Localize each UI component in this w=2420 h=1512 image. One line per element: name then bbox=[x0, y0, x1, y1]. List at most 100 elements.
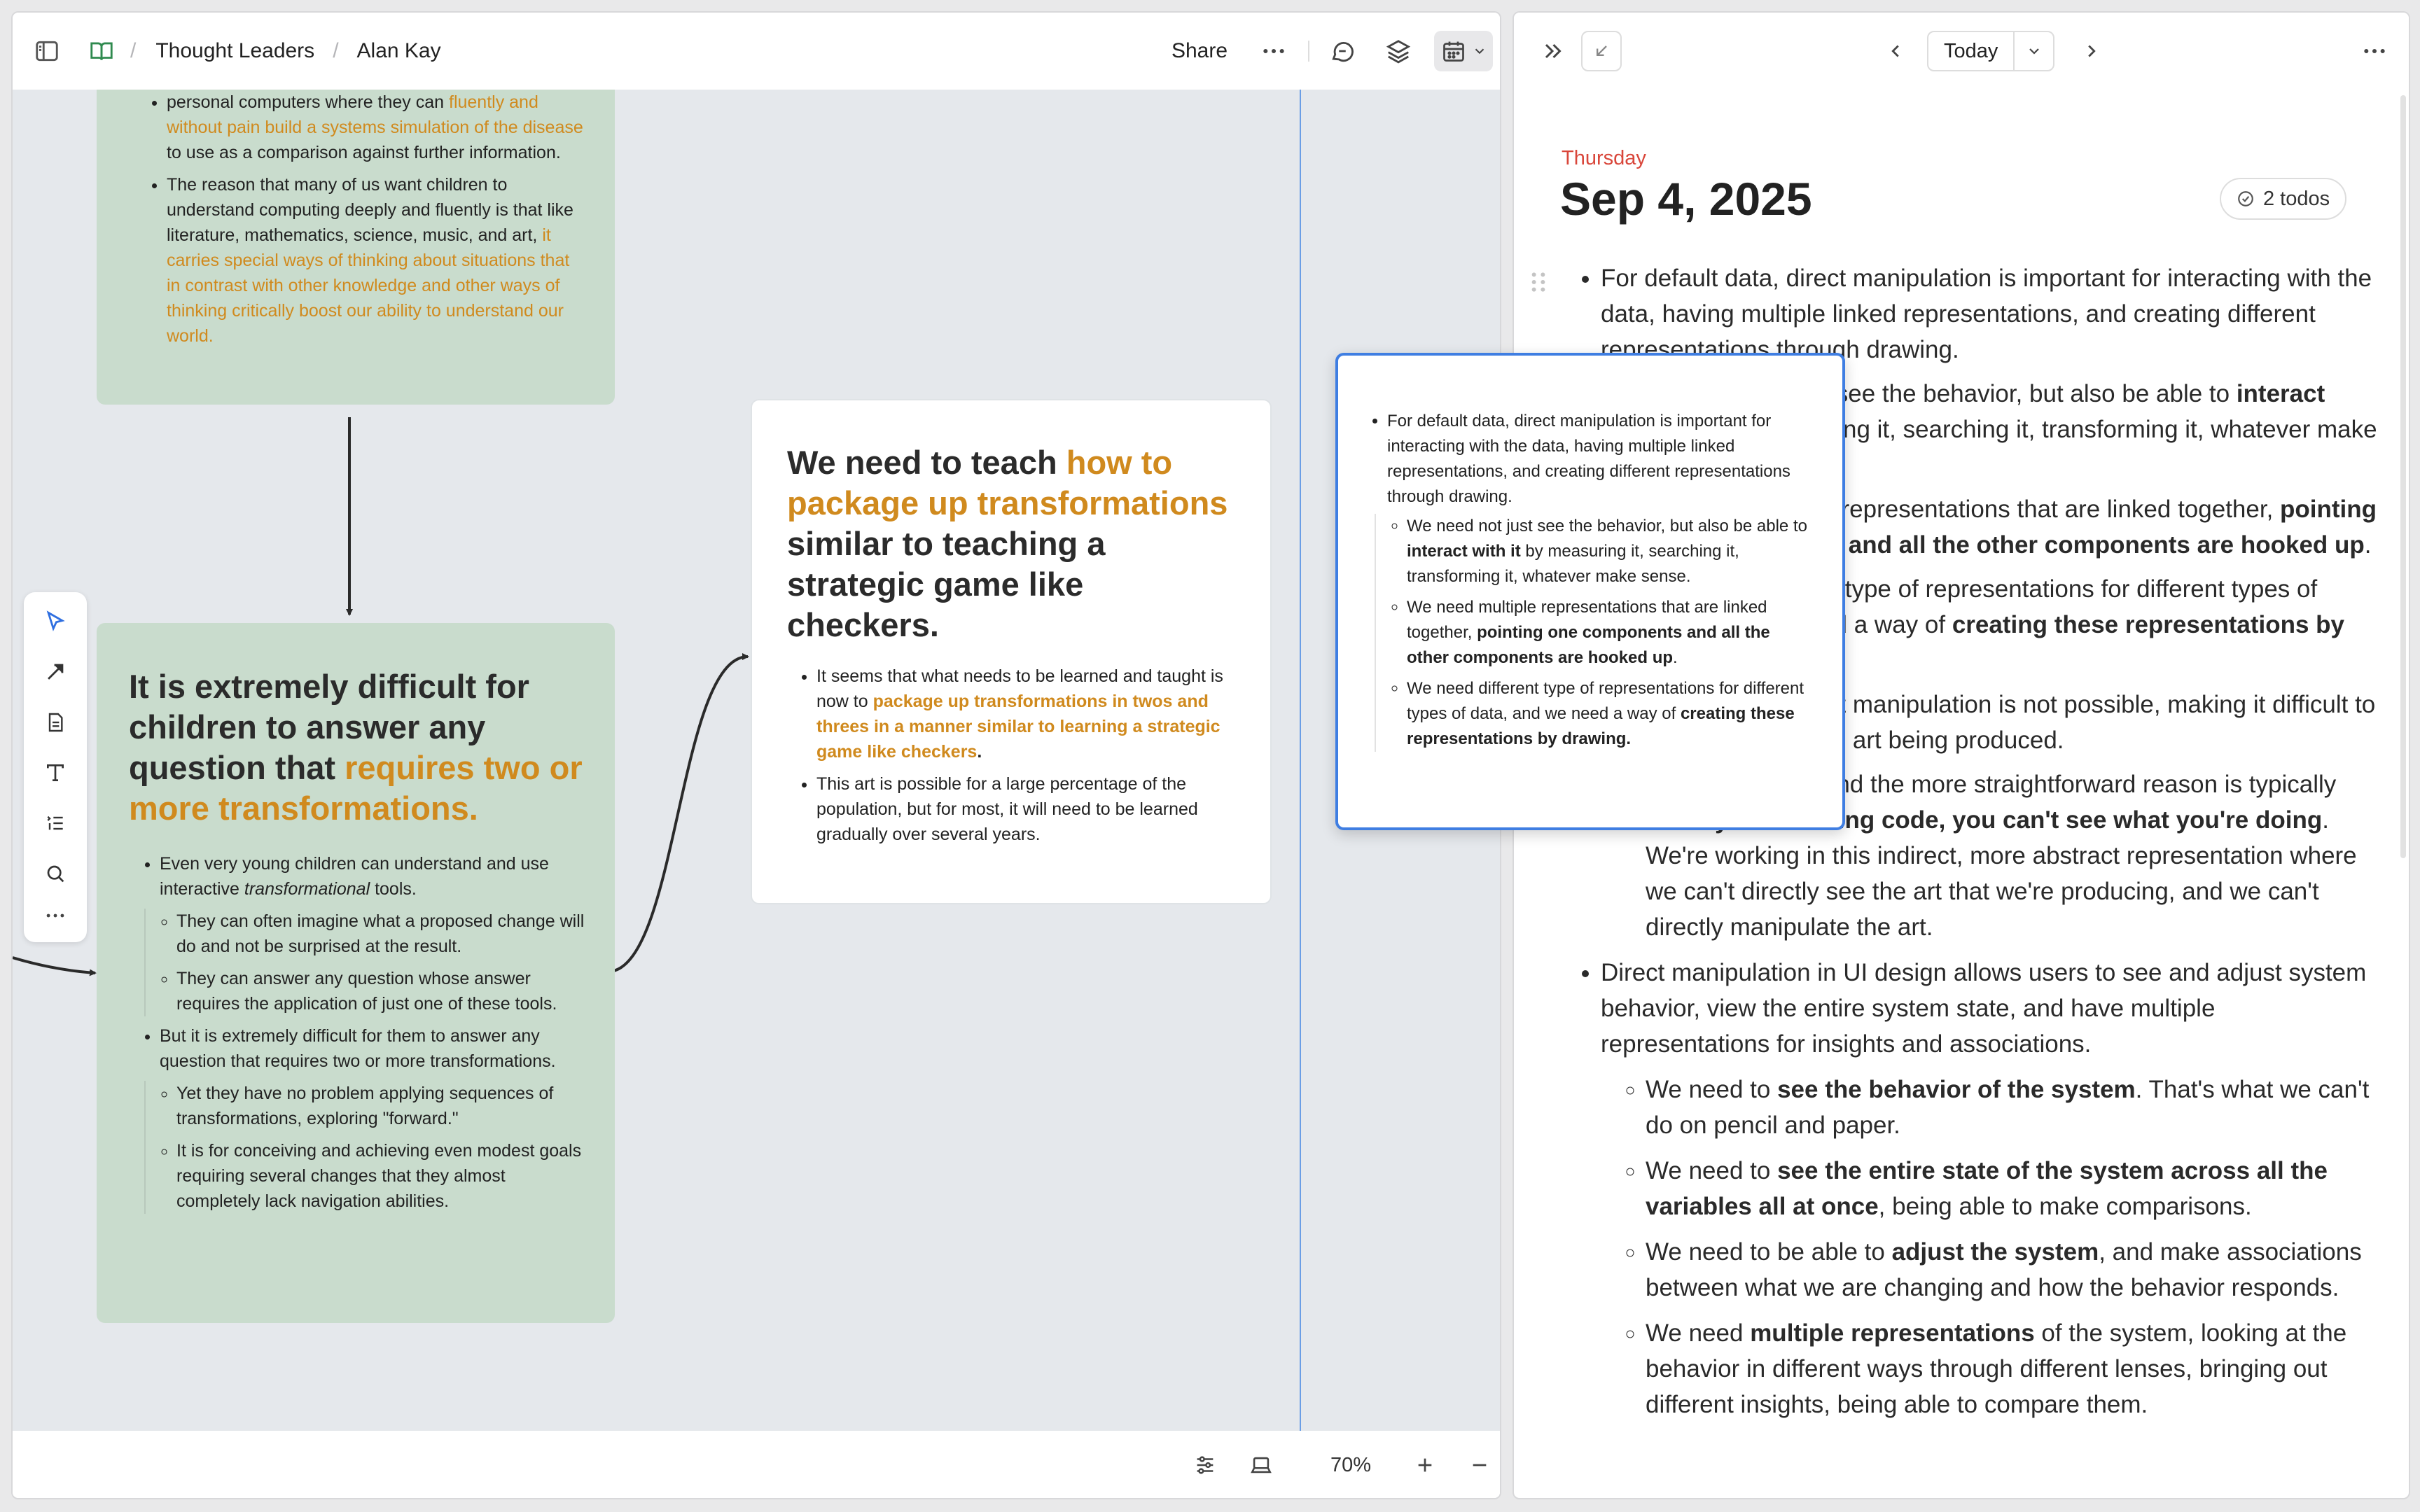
chevron-down-icon bbox=[2029, 48, 2039, 55]
text: We need to teach bbox=[787, 444, 1066, 481]
journal-sub-bullet[interactable]: We need to see the behavior of the syste… bbox=[1646, 1072, 2378, 1143]
text: similar to teaching a strategic game lik… bbox=[787, 525, 1106, 643]
sidebar-toggle-icon bbox=[36, 41, 58, 62]
share-button[interactable]: Share bbox=[1161, 31, 1238, 71]
book-button[interactable] bbox=[81, 31, 122, 71]
highlighted-text: But it is extremely difficult for them t… bbox=[160, 1026, 556, 1071]
connector-incoming[interactable] bbox=[13, 956, 97, 976]
chat-icon bbox=[1332, 41, 1354, 62]
list-icon bbox=[47, 816, 63, 830]
chevron-right-icon bbox=[2088, 45, 2096, 57]
bold-text: adjust the system bbox=[1891, 1238, 2099, 1266]
canvas-footer: 70% bbox=[13, 1431, 1500, 1498]
more-icon bbox=[1263, 49, 1284, 53]
breadcrumb-parent[interactable]: Thought Leaders bbox=[155, 39, 314, 63]
card-top-item: personal computers where they can fluent… bbox=[167, 90, 587, 165]
preview-bullet: For default data, direct manipulation is… bbox=[1375, 409, 1814, 752]
bold-text: multiple representations bbox=[1750, 1320, 2035, 1347]
breadcrumb-separator: / bbox=[130, 39, 137, 62]
laptop-icon bbox=[1251, 1457, 1272, 1474]
card-item: This art is possible for a large percent… bbox=[816, 771, 1242, 847]
more-tools[interactable] bbox=[34, 895, 76, 937]
more-icon bbox=[46, 913, 64, 918]
date-picker-button[interactable] bbox=[2015, 43, 2053, 59]
breadcrumb-separator: / bbox=[333, 39, 339, 62]
collapse-corner-icon bbox=[1597, 46, 1607, 56]
journal-more-button[interactable] bbox=[2354, 31, 2395, 71]
todos-count: 2 todos bbox=[2263, 187, 2330, 210]
text: tools. bbox=[370, 879, 417, 899]
emphasis-text: transformational bbox=[244, 879, 370, 899]
text: We need to be able to bbox=[1646, 1238, 1892, 1266]
highlighted-text: package up transformations in twos and t… bbox=[816, 692, 1221, 762]
journal-sub-bullet[interactable]: We need multiple representations of the … bbox=[1646, 1315, 2378, 1422]
zoom-level[interactable]: 70% bbox=[1312, 1445, 1389, 1485]
text: Direct manipulation in UI design allows … bbox=[1601, 959, 2367, 1058]
today-button[interactable]: Today bbox=[1928, 40, 2013, 63]
list-tool[interactable] bbox=[34, 802, 76, 844]
whiteboard-canvas[interactable]: personal computers where they can fluent… bbox=[13, 90, 1500, 1431]
minus-icon bbox=[1473, 1464, 1487, 1466]
card-title: We need to teach how to package up trans… bbox=[787, 442, 1242, 645]
more-button[interactable] bbox=[1253, 31, 1294, 71]
zoom-out-button[interactable] bbox=[1459, 1445, 1500, 1485]
card-subitem: It is for conceiving and achieving even … bbox=[176, 1138, 587, 1214]
scrollbar[interactable] bbox=[2400, 95, 2406, 858]
connector-curve[interactable] bbox=[607, 653, 749, 973]
journal-bullet[interactable]: Direct manipulation in UI design allows … bbox=[1601, 955, 2378, 1422]
zoom-in-button[interactable] bbox=[1405, 1445, 1445, 1485]
preview-sub-bullet: We need different type of representation… bbox=[1407, 676, 1814, 752]
card-top[interactable]: personal computers where they can fluent… bbox=[97, 90, 615, 405]
plus-icon bbox=[1418, 1458, 1432, 1472]
calendar-icon bbox=[1443, 41, 1464, 62]
breadcrumb-current[interactable]: Alan Kay bbox=[357, 39, 441, 63]
text: to use as a comparison against further i… bbox=[167, 143, 561, 162]
todos-badge[interactable]: 2 todos bbox=[2220, 178, 2347, 220]
card-item: But it is extremely difficult for them t… bbox=[144, 1023, 587, 1214]
sidebar-toggle-button[interactable] bbox=[27, 31, 67, 71]
journal-sub-bullet[interactable]: We need to see the entire state of the s… bbox=[1646, 1153, 2378, 1224]
collapse-button[interactable] bbox=[1581, 31, 1622, 71]
pointer-icon bbox=[46, 610, 65, 631]
card-transformations[interactable]: It is extremely difficult for children t… bbox=[97, 623, 615, 1323]
text-icon bbox=[47, 764, 64, 781]
next-day-button[interactable] bbox=[2071, 31, 2112, 71]
calendar-button[interactable] bbox=[1434, 31, 1493, 71]
sliders-icon bbox=[1197, 1456, 1214, 1474]
text: . bbox=[977, 742, 982, 762]
tool-palette bbox=[24, 592, 87, 942]
drag-preview-card[interactable]: For default data, direct manipulation is… bbox=[1335, 353, 1845, 830]
card-subitem: They can answer any question whose answe… bbox=[176, 966, 587, 1016]
pointer-tool[interactable] bbox=[34, 601, 76, 643]
search-tool[interactable] bbox=[34, 853, 76, 895]
bold-text: see the behavior of the system bbox=[1777, 1076, 2136, 1103]
drag-handle[interactable] bbox=[1529, 270, 1548, 298]
text: For default data, direct manipulation is… bbox=[1387, 412, 1790, 506]
page-tool[interactable] bbox=[34, 701, 76, 743]
close-panel-button[interactable] bbox=[1532, 31, 1573, 71]
journal-date: Sep 4, 2025 bbox=[1560, 173, 1812, 225]
today-control: Today bbox=[1927, 31, 2054, 71]
arrow-tool[interactable] bbox=[34, 651, 76, 693]
journal-sub-bullet[interactable]: We need to be able to adjust the system,… bbox=[1646, 1234, 2378, 1306]
text: We need bbox=[1646, 1320, 1751, 1347]
present-button[interactable] bbox=[1241, 1445, 1281, 1485]
text: The reason that many of us want children… bbox=[167, 175, 573, 245]
text: . bbox=[2364, 531, 2372, 559]
card-teach[interactable]: We need to teach how to package up trans… bbox=[751, 399, 1272, 904]
more-icon bbox=[2364, 49, 2385, 53]
text-tool[interactable] bbox=[34, 752, 76, 794]
divider bbox=[1308, 41, 1309, 62]
text: personal computers where they can bbox=[167, 92, 449, 112]
text: , being able to make comparisons. bbox=[1878, 1193, 2252, 1220]
card-top-item: The reason that many of us want children… bbox=[167, 172, 587, 349]
canvas-panel: / Thought Leaders / Alan Kay Share • per… bbox=[11, 11, 1501, 1499]
journal-header: Today bbox=[1514, 13, 2409, 90]
layers-button[interactable] bbox=[1378, 31, 1419, 71]
settings-button[interactable] bbox=[1185, 1445, 1225, 1485]
chevron-down-icon bbox=[1475, 48, 1484, 55]
card-item: It seems that what needs to be learned a… bbox=[816, 664, 1242, 764]
chat-button[interactable] bbox=[1322, 31, 1363, 71]
previous-day-button[interactable] bbox=[1875, 31, 1916, 71]
card-subitem: They can often imagine what a proposed c… bbox=[176, 909, 587, 959]
